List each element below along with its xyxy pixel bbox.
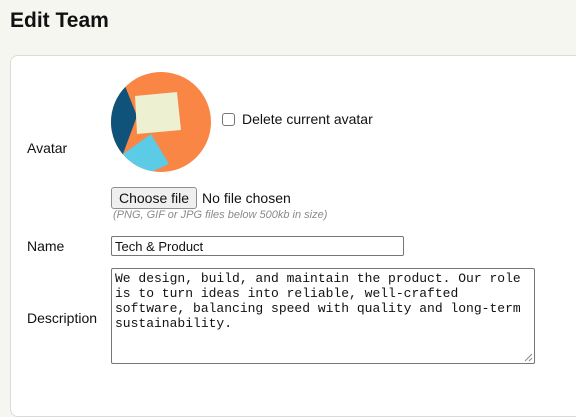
team-avatar-image	[111, 72, 211, 172]
resize-handle-icon[interactable]	[524, 353, 533, 362]
name-label: Name	[27, 238, 65, 254]
avatar-file-picker: Choose file No file chosen	[111, 187, 291, 209]
avatar-paper-shape	[135, 92, 181, 134]
avatar-label: Avatar	[27, 140, 68, 156]
file-status-text: No file chosen	[202, 190, 291, 206]
delete-avatar-option[interactable]: Delete current avatar	[222, 111, 373, 127]
team-name-input[interactable]	[111, 236, 404, 256]
description-label: Description	[27, 310, 98, 326]
file-size-hint: (PNG, GIF or JPG files below 500kb in si…	[113, 209, 328, 221]
team-description-textarea[interactable]: We design, build, and maintain the produ…	[111, 268, 535, 364]
choose-file-button[interactable]: Choose file	[111, 187, 198, 209]
delete-avatar-checkbox[interactable]	[222, 112, 235, 126]
page-title: Edit Team	[10, 9, 109, 32]
delete-avatar-label: Delete current avatar	[242, 111, 373, 127]
